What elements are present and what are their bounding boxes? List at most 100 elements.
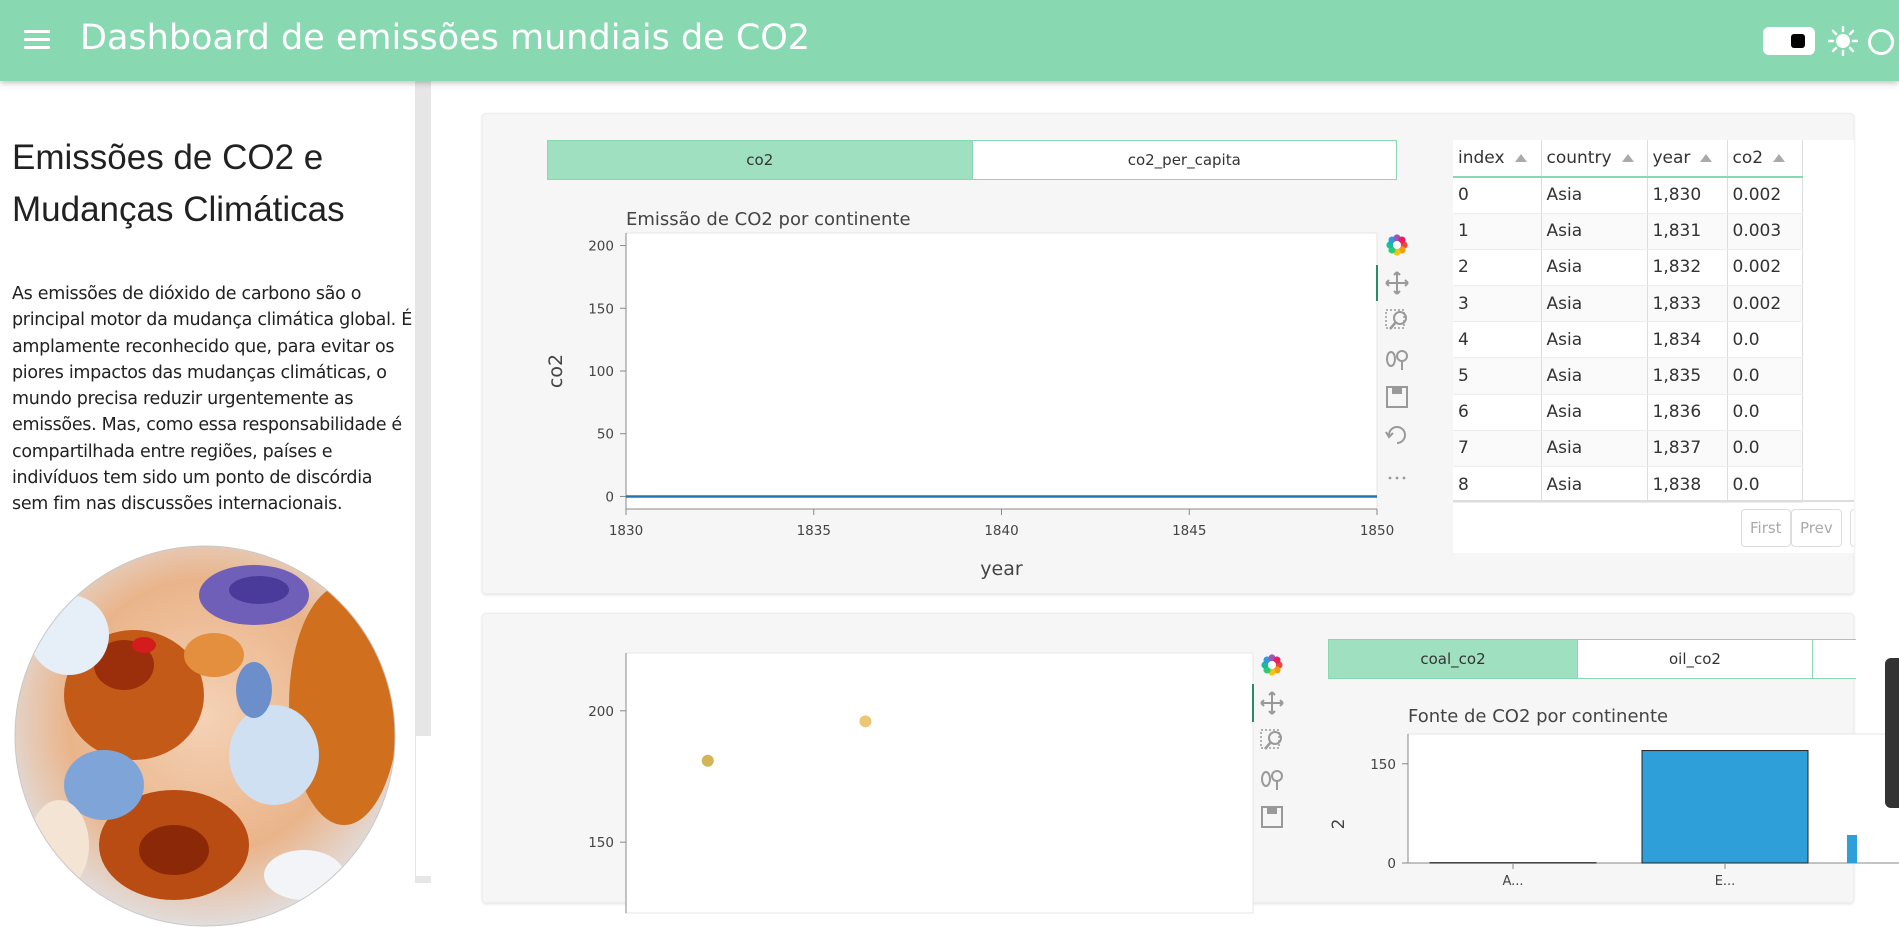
app-title: Dashboard de emissões mundiais de CO2 [80,18,810,58]
table-cell: Asia [1541,213,1647,249]
x-tick-label: 1845 [1172,523,1206,539]
table-row[interactable]: 3Asia1,8330.002 [1453,286,1802,322]
tab-oil-co2[interactable]: oil_co2 [1577,640,1812,678]
reset-icon[interactable] [1382,420,1412,450]
column-header-country[interactable]: country [1541,140,1647,177]
first-page-button[interactable]: First [1741,509,1791,547]
table-cell: Asia [1541,322,1647,358]
y-axis-label: co2 [545,354,567,388]
table-row[interactable]: 7Asia1,8370.0 [1453,430,1802,466]
prev-page-button[interactable]: Prev [1791,509,1842,547]
pan-icon[interactable] [1257,688,1287,718]
chart-title: Fonte de CO2 por continente [1408,706,1668,727]
table-cell: 8 [1453,467,1541,503]
bar-partial [1847,835,1857,863]
source-tabs: coal_co2 oil_co2 [1328,639,1856,679]
box-zoom-icon[interactable] [1382,306,1412,336]
table-cell: 0.003 [1727,213,1802,249]
sort-arrow-icon[interactable] [1515,154,1527,162]
table-cell: 1,836 [1647,394,1727,430]
tab-co2-per-capita[interactable]: co2_per_capita [972,141,1397,179]
table-cell: Asia [1541,249,1647,285]
table-row[interactable]: 6Asia1,8360.0 [1453,394,1802,430]
sidebar-paragraph: As emissões de dióxido de carbono são o … [12,281,412,518]
table-row[interactable]: 4Asia1,8340.0 [1453,322,1802,358]
table-cell: Asia [1541,286,1647,322]
sidebar-scrollbar-track[interactable] [416,876,431,883]
source-bar-chart: Fonte de CO2 por continente01502A...E... [1330,700,1856,890]
x-tick-label: 1840 [984,523,1018,539]
bar [1642,751,1808,863]
x-tick-label: A... [1502,874,1523,889]
scatter-point [702,755,714,767]
table-cell: 0.002 [1727,249,1802,285]
table-cell: 6 [1453,394,1541,430]
y-tick-label: 150 [1370,757,1396,773]
column-header-index[interactable]: index [1453,140,1541,177]
table-cell: 0.0 [1727,322,1802,358]
table-cell: Asia [1541,358,1647,394]
sidebar-heading: Emissões de CO2 e Mudanças Climáticas [12,132,412,236]
y-axis-label: 2 [1329,819,1349,830]
table-cell: Asia [1541,430,1647,466]
sort-arrow-icon[interactable] [1700,154,1712,162]
sun-icon[interactable] [1828,26,1858,56]
plot-area [626,233,1377,509]
bokeh-logo-icon[interactable] [1257,650,1287,680]
wheel-zoom-icon[interactable] [1257,764,1287,794]
table-cell: 1,838 [1647,467,1727,503]
table-cell: 0 [1453,177,1541,213]
column-header-co2[interactable]: co2 [1727,140,1802,177]
table-cell: 4 [1453,322,1541,358]
bokeh-logo-icon[interactable] [1382,230,1412,260]
floating-toolbar[interactable] [1885,658,1899,808]
y-tick-label: 100 [588,364,614,380]
tab-more[interactable] [1812,640,1856,678]
table-cell: 5 [1453,358,1541,394]
globe-image [14,545,396,927]
wheel-zoom-icon[interactable] [1382,344,1412,374]
column-header-year[interactable]: year [1647,140,1727,177]
x-tick-label: 1850 [1360,523,1394,539]
table-row[interactable]: 2Asia1,8320.002 [1453,249,1802,285]
data-table: indexcountryyearco2 0Asia1,8300.0021Asia… [1453,140,1803,503]
circle-icon[interactable] [1868,29,1894,55]
more-icon[interactable] [1382,458,1412,488]
table-cell: Asia [1541,467,1647,503]
tab-co2[interactable]: co2 [548,141,972,179]
table-cell: 2 [1453,249,1541,285]
y-tick-label: 200 [588,704,614,720]
sidebar-scrollbar[interactable] [416,81,431,736]
table-cell: 0.002 [1727,286,1802,322]
table-cell: Asia [1541,177,1647,213]
y-tick-label: 200 [588,239,614,255]
table-row[interactable]: 0Asia1,8300.002 [1453,177,1802,213]
chart-title: Emissão de CO2 por continente [626,209,911,230]
tab-coal-co2[interactable]: coal_co2 [1329,640,1577,678]
table-cell: Asia [1541,394,1647,430]
next-page-button[interactable] [1850,509,1854,547]
table-cell: 1,834 [1647,322,1727,358]
theme-toggle[interactable] [1763,27,1815,55]
table-cell: 0.0 [1727,467,1802,503]
table-cell: 0.002 [1727,177,1802,213]
table-cell: 1,832 [1647,249,1727,285]
box-zoom-icon[interactable] [1257,726,1287,756]
save-icon[interactable] [1382,382,1412,412]
pan-icon[interactable] [1382,268,1412,298]
table-cell: 0.0 [1727,358,1802,394]
table-row[interactable]: 8Asia1,8380.0 [1453,467,1802,503]
sort-arrow-icon[interactable] [1773,154,1785,162]
y-tick-label: 50 [597,427,614,443]
table-cell: 1,831 [1647,213,1727,249]
plot2-toolbar [1257,650,1287,830]
menu-icon[interactable] [24,30,50,50]
table-row[interactable]: 5Asia1,8350.0 [1453,358,1802,394]
table-cell: 3 [1453,286,1541,322]
co2-data-table: indexcountryyearco2 0Asia1,8300.0021Asia… [1453,140,1854,553]
co2-metric-tabs: co2 co2_per_capita [547,140,1397,180]
table-row[interactable]: 1Asia1,8310.003 [1453,213,1802,249]
save-icon[interactable] [1257,802,1287,832]
sort-arrow-icon[interactable] [1622,154,1634,162]
table-cell: 0.0 [1727,430,1802,466]
